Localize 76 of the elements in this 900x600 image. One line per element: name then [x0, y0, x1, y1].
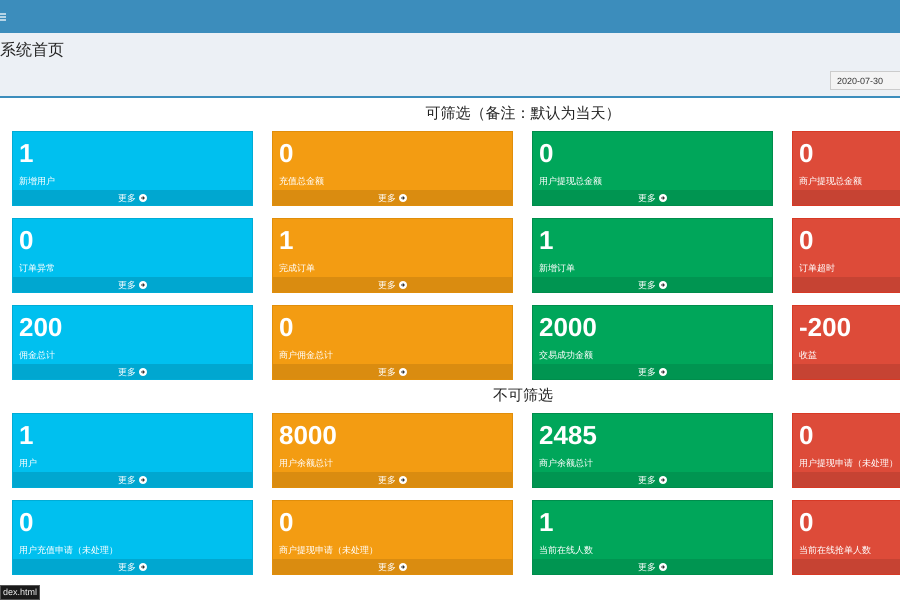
stat-label: 用户余额总计 [279, 457, 333, 470]
page-title: 系统首页 [0, 41, 65, 61]
stat-value: 0 [799, 506, 814, 539]
arrow-circle-icon [399, 368, 407, 376]
section-heading: 可筛选（备注：默认为当天） [426, 104, 620, 124]
stat-label: 新增订单 [539, 262, 575, 275]
arrow-circle-icon [139, 562, 147, 570]
stat-label: 商户佣金总计 [279, 349, 333, 362]
more-link[interactable]: 更多 [118, 560, 147, 572]
stat-value: 8000 [279, 419, 337, 452]
stat-value: 0 [799, 419, 814, 452]
stat-label: 当前在线人数 [539, 544, 593, 557]
stat-label: 佣金总计 [19, 349, 55, 362]
arrow-circle-icon [399, 194, 407, 202]
more-link[interactable]: 更多 [378, 474, 407, 486]
stat-value: 1 [539, 506, 554, 539]
stat-label: 商户提现总金额 [799, 175, 862, 188]
stat-value: -200 [799, 311, 852, 344]
more-link[interactable]: 更多 [638, 366, 667, 378]
stat-value: 0 [539, 137, 554, 170]
more-link[interactable]: 更多 [638, 192, 667, 204]
stat-label: 收益 [799, 349, 817, 362]
stat-label: 新增用户 [19, 175, 55, 188]
stat-value: 0 [19, 224, 34, 257]
stat-label: 用户充值申请（未处理） [19, 544, 118, 557]
stat-label: 当前在线抢单人数 [799, 544, 871, 557]
more-link[interactable]: 更多 [118, 278, 147, 290]
stat-value: 1 [539, 224, 554, 257]
arrow-circle-icon [659, 194, 667, 202]
more-link[interactable]: 更多 [638, 278, 667, 290]
stat-label: 交易成功金额 [539, 349, 593, 362]
stat-value: 0 [279, 506, 294, 539]
arrow-circle-icon [139, 280, 147, 288]
arrow-circle-icon [399, 280, 407, 288]
more-link[interactable]: 更多 [378, 192, 407, 204]
stat-label: 完成订单 [279, 262, 315, 275]
menu-icon[interactable] [0, 12, 6, 20]
stat-label: 用户提现申请（未处理） [799, 457, 898, 470]
section-heading: 不可筛选 [493, 386, 553, 406]
date-input[interactable]: 2020-07-30 [830, 71, 900, 90]
arrow-circle-icon [659, 476, 667, 484]
arrow-circle-icon [139, 368, 147, 376]
arrow-circle-icon [659, 562, 667, 570]
stat-value: 200 [19, 311, 62, 344]
stat-value: 0 [279, 137, 294, 170]
arrow-circle-icon [139, 476, 147, 484]
stat-value: 1 [279, 224, 294, 257]
stat-label: 订单异常 [19, 262, 55, 275]
stat-label: 商户提现申请（未处理） [279, 544, 378, 557]
stat-value: 0 [19, 506, 34, 539]
arrow-circle-icon [399, 476, 407, 484]
arrow-circle-icon [399, 562, 407, 570]
arrow-circle-icon [139, 194, 147, 202]
more-link[interactable]: 更多 [118, 474, 147, 486]
stat-value: 0 [799, 224, 814, 257]
stat-label: 订单超时 [799, 262, 835, 275]
more-link[interactable]: 更多 [378, 560, 407, 572]
more-link[interactable]: 更多 [378, 278, 407, 290]
stat-label: 用户 [19, 457, 37, 470]
more-link[interactable]: 更多 [118, 366, 147, 378]
stat-value: 1 [19, 137, 34, 170]
status-tooltip: dex.html [0, 585, 40, 600]
arrow-circle-icon [659, 280, 667, 288]
stat-value: 2485 [539, 419, 597, 452]
stat-label: 用户提现总金额 [539, 175, 602, 188]
more-link[interactable]: 更多 [378, 366, 407, 378]
arrow-circle-icon [659, 368, 667, 376]
stat-value: 2000 [539, 311, 597, 344]
stat-value: 0 [799, 137, 814, 170]
stat-value: 1 [19, 419, 34, 452]
more-link[interactable]: 更多 [638, 560, 667, 572]
stat-label: 商户余额总计 [539, 457, 593, 470]
more-link[interactable]: 更多 [638, 474, 667, 486]
stat-value: 0 [279, 311, 294, 344]
stat-label: 充值总金额 [279, 175, 324, 188]
more-link[interactable]: 更多 [118, 192, 147, 204]
